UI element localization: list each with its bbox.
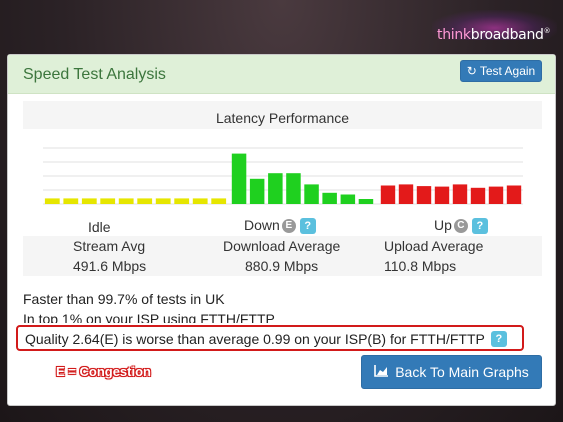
faster-than-text: Faster than 99.7% of tests in UK — [23, 291, 225, 307]
quality-line: Quality 2.64(E) is worse than average 0.… — [25, 331, 507, 347]
up-label-group: Up C? — [434, 217, 488, 235]
test-again-button[interactable]: ↻ Test Again — [460, 60, 542, 82]
quality-highlight: Quality 2.64(E) is worse than average 0.… — [16, 325, 524, 351]
up-latency-bar — [452, 184, 468, 204]
panel-header: Speed Test Analysis ↻ Test Again — [8, 55, 555, 94]
chart-title: Latency Performance — [215, 110, 350, 126]
down-label: Down — [244, 217, 280, 233]
up-latency-bar — [416, 186, 432, 204]
idle-latency-bar — [155, 198, 171, 204]
download-avg-value: 880.9 Mbps — [245, 258, 319, 274]
up-latency-bar — [434, 186, 450, 204]
download-avg-label: Download Average — [223, 238, 341, 254]
idle-latency-bar — [174, 198, 190, 204]
logo-reg: ® — [543, 27, 551, 35]
logo-think: think — [437, 27, 471, 43]
idle-latency-bar — [100, 198, 116, 204]
stats-row: Stream Avg 491.6 Mbps Download Average 8… — [23, 236, 542, 276]
down-latency-bar — [249, 178, 265, 204]
idle-latency-bar — [137, 198, 153, 204]
idle-latency-bar — [81, 198, 97, 204]
upload-avg-label: Upload Average — [384, 238, 484, 254]
up-latency-bar — [488, 186, 504, 204]
down-latency-bar — [304, 184, 319, 204]
congestion-annotation: E = Congestion — [56, 364, 151, 379]
idle-label: Idle — [88, 219, 111, 235]
down-latency-bar — [268, 173, 283, 204]
speed-test-panel: Speed Test Analysis ↻ Test Again Latency… — [7, 54, 556, 406]
up-latency-bar — [470, 187, 486, 204]
down-grade-badge: E — [281, 219, 296, 234]
top-percent-text: In top 1% on your ISP using FTTH/FTTP — [23, 311, 275, 323]
down-latency-bar — [231, 153, 247, 204]
up-grade-badge: C — [453, 219, 468, 234]
quality-text: Quality 2.64(E) is worse than average 0.… — [25, 331, 485, 347]
down-latency-bar — [340, 194, 356, 204]
stream-avg-value: 491.6 Mbps — [73, 258, 147, 274]
up-label: Up — [434, 217, 452, 233]
down-help-icon[interactable]: ? — [299, 218, 316, 235]
panel-title: Speed Test Analysis — [23, 66, 166, 83]
thinkbroadband-logo[interactable]: thinkbroadband® — [437, 27, 552, 47]
idle-latency-bar — [192, 198, 208, 204]
down-latency-bar — [322, 192, 337, 204]
stream-avg-label: Stream Avg — [73, 238, 146, 254]
logo-broadband: broadband — [470, 27, 544, 43]
idle-latency-bar — [63, 198, 79, 204]
idle-latency-bar — [118, 198, 134, 204]
latency-chart — [43, 147, 523, 205]
up-latency-bar — [380, 185, 396, 204]
down-label-group: Down E? — [244, 217, 316, 235]
chart-header: Latency Performance — [23, 101, 542, 129]
down-latency-bar — [358, 199, 374, 204]
refresh-icon: ↻ — [466, 64, 477, 78]
back-button-label: Back To Main Graphs — [395, 364, 529, 380]
idle-latency-bar — [211, 198, 227, 204]
test-again-label: Test Again — [479, 64, 536, 78]
quality-help-icon[interactable]: ? — [490, 331, 507, 347]
up-latency-bar — [506, 185, 522, 204]
up-latency-bar — [398, 184, 414, 204]
upload-avg-value: 110.8 Mbps — [384, 258, 457, 274]
down-latency-bar — [286, 173, 301, 204]
up-help-icon[interactable]: ? — [471, 218, 488, 235]
area-chart-icon — [374, 364, 389, 380]
idle-latency-bar — [44, 198, 60, 204]
back-to-main-graphs-button[interactable]: Back To Main Graphs — [361, 355, 542, 389]
